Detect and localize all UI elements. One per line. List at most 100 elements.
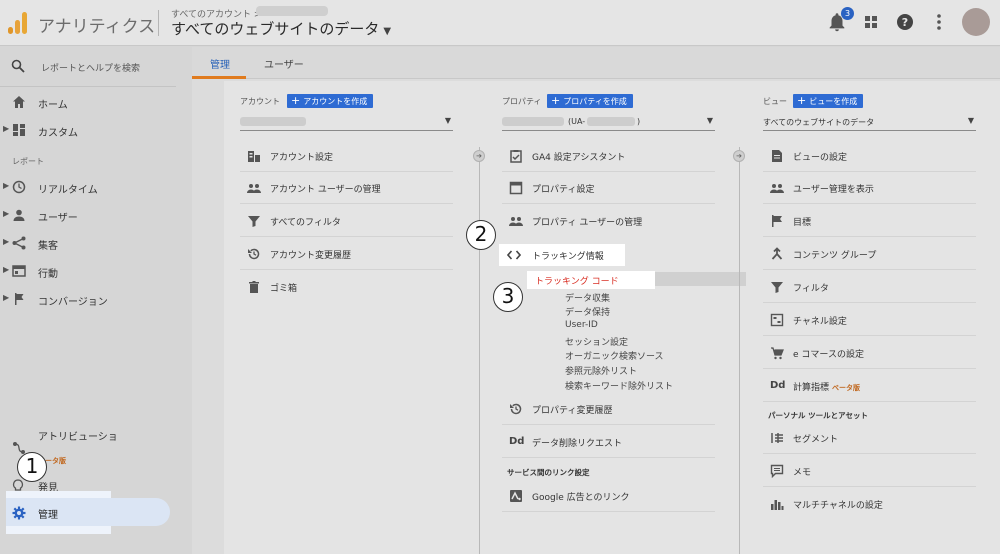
tab-user[interactable]: ユーザー [264, 56, 304, 71]
property-user-management-row[interactable]: プロパティ ユーザーの管理 [502, 205, 715, 237]
memo-icon [770, 464, 784, 478]
sidebar-item-label: 管理 [38, 510, 58, 521]
content-group-icon [771, 247, 783, 260]
multichannel-settings-row[interactable]: マルチチャネルの設定 [763, 488, 976, 520]
goals-row[interactable]: 目標 [763, 205, 976, 237]
sidebar-item-custom[interactable]: ▶ カスタム [0, 119, 176, 141]
search-placeholder: レポートとヘルプを検索 [41, 64, 141, 74]
data-deletion-row[interactable]: Dd データ削除リクエスト [502, 426, 715, 458]
sidebar-item-label: リアルタイム [38, 185, 98, 196]
sidebar-item-realtime[interactable]: ▶ リアルタイム [0, 176, 176, 198]
channel-icon [770, 313, 784, 327]
memo-row[interactable]: メモ [763, 455, 976, 487]
plus-icon: + [291, 94, 301, 107]
history-icon [510, 403, 522, 415]
account-heading: アカウント [240, 97, 280, 106]
ga4-setup-assistant-row[interactable]: GA4 設定アシスタント [502, 140, 715, 172]
sidebar-item-behavior[interactable]: ▶ 行動 [0, 260, 176, 282]
tracking-info-row[interactable]: トラッキング情報 [499, 244, 625, 266]
step-2-callout: 2 [466, 220, 496, 250]
expand-arrow-icon: ▶ [3, 124, 10, 133]
tracking-code-link[interactable]: トラッキング コード [527, 271, 655, 289]
apps-button[interactable] [860, 11, 882, 33]
tracking-sub-item[interactable]: セッション設定 [565, 335, 628, 348]
active-tab-indicator [192, 76, 246, 79]
sidebar-item-label: ホーム [38, 100, 68, 111]
sidebar-item-acquisition[interactable]: ▶ 集客 [0, 232, 176, 254]
account-settings-row[interactable]: アカウント設定 [240, 140, 453, 172]
content-grouping-label: コンテンツ グループ [793, 251, 877, 261]
view-user-management-row[interactable]: ユーザー管理を表示 [763, 172, 976, 204]
expand-arrow-icon: ▶ [3, 293, 10, 302]
sidebar-item-label: ユーザー [38, 213, 78, 224]
calculated-metrics-row[interactable]: Dd 計算指標 ベータ版 [763, 370, 976, 402]
search-input[interactable]: レポートとヘルプを検索 [0, 53, 176, 81]
view-user-management-label: ユーザー管理を表示 [793, 185, 874, 195]
notifications-button[interactable]: 3 [826, 7, 854, 33]
google-ads-link-row[interactable]: Google 広告とのリンク [502, 480, 715, 512]
ecommerce-settings-row[interactable]: e コマースの設定 [763, 337, 976, 369]
goals-label: 目標 [793, 218, 812, 228]
all-filters-row[interactable]: すべてのフィルタ [240, 205, 453, 237]
tracking-sub-item[interactable]: オーガニック検索ソース [565, 349, 664, 362]
top-header: アナリティクス すべてのアカウント > すべてのウェブサイトのデータ ▼ 3 ? [0, 0, 1000, 46]
sidebar-item-admin[interactable]: 管理 [12, 505, 58, 524]
tracking-sub-item[interactable]: 参照元除外リスト [565, 364, 637, 377]
property-change-history-row[interactable]: プロパティ変更履歴 [502, 393, 715, 425]
create-view-button[interactable]: + ビューを作成 [793, 94, 864, 108]
account-user-management-label: アカウント ユーザーの管理 [270, 185, 381, 195]
property-settings-row[interactable]: プロパティ設定 [502, 172, 715, 204]
view-dropdown[interactable]: すべてのウェブサイトのデータ ▼ [763, 113, 976, 131]
sidebar-item-label: 集客 [38, 241, 58, 252]
ga4-setup-assistant-label: GA4 設定アシスタント [532, 153, 626, 163]
people-icon [770, 184, 784, 193]
view-selector[interactable]: すべてのウェブサイトのデータ ▼ [171, 18, 391, 39]
home-icon [13, 96, 25, 108]
view-filters-row[interactable]: フィルタ [763, 271, 976, 303]
multichannel-settings-label: マルチチャネルの設定 [793, 501, 883, 511]
segments-row[interactable]: セグメント [763, 422, 976, 454]
avatar[interactable] [962, 8, 990, 36]
expand-arrow-icon: ▶ [3, 237, 10, 246]
expand-arrow-icon: ▶ [3, 265, 10, 274]
sidebar-item-home[interactable]: ホーム [0, 91, 176, 113]
admin-active-pill [6, 498, 170, 526]
sidebar-divider [0, 86, 176, 87]
channel-settings-row[interactable]: チャネル設定 [763, 304, 976, 336]
gear-icon [12, 506, 26, 520]
property-selector[interactable]: (UA- ) ▼ [502, 113, 715, 131]
account-selector[interactable]: ▼ [240, 113, 453, 131]
memo-label: メモ [793, 468, 812, 478]
tracking-sub-item[interactable]: 検索キーワード除外リスト [565, 379, 673, 392]
expand-arrow-icon: ▶ [3, 181, 10, 190]
view-settings-row[interactable]: ビューの設定 [763, 140, 976, 172]
trash-row[interactable]: ゴミ箱 [240, 271, 453, 303]
account-user-management-row[interactable]: アカウント ユーザーの管理 [240, 172, 453, 204]
property-user-management-label: プロパティ ユーザーの管理 [532, 218, 643, 228]
create-property-button[interactable]: + プロパティを作成 [547, 94, 633, 108]
tab-bar: 管理 ユーザー [192, 47, 1000, 79]
header-divider [158, 10, 159, 36]
more-menu-button[interactable] [928, 11, 950, 33]
tab-admin[interactable]: 管理 [210, 56, 230, 71]
chevron-down-icon: ▼ [383, 26, 392, 37]
tracking-sub-item[interactable]: データ収集 [565, 291, 610, 304]
view-heading: ビュー [763, 97, 787, 106]
content-grouping-row[interactable]: コンテンツ グループ [763, 238, 976, 270]
checklist-icon [510, 150, 522, 163]
person-icon [13, 209, 25, 221]
tracking-sub-item[interactable]: データ保持 [565, 305, 610, 318]
analytics-logo-icon[interactable] [8, 12, 28, 34]
sidebar-item-users[interactable]: ▶ ユーザー [0, 204, 176, 226]
data-deletion-label: データ削除リクエスト [532, 439, 623, 449]
behavior-icon [12, 265, 26, 277]
sidebar-item-conversions[interactable]: ▶ コンバージョン [0, 288, 176, 310]
sidebar-item-attribution[interactable]: アトリビューショ [38, 428, 118, 443]
help-button[interactable]: ? [894, 11, 916, 33]
history-icon [248, 248, 260, 260]
tracking-sub-item[interactable]: User-ID [565, 320, 598, 330]
column-divider [739, 147, 740, 554]
create-account-button[interactable]: + アカウントを作成 [287, 94, 374, 108]
view-settings-label: ビューの設定 [793, 153, 848, 163]
account-change-history-row[interactable]: アカウント変更履歴 [240, 238, 453, 270]
